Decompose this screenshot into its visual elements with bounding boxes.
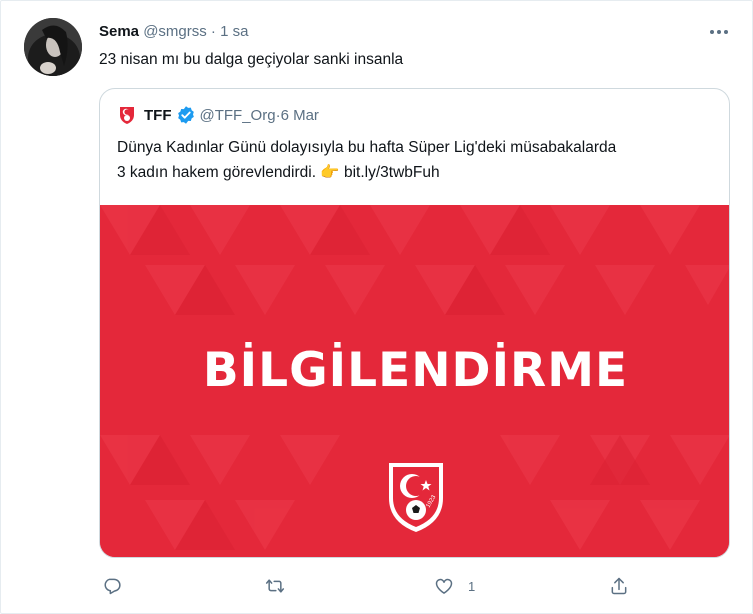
share-button[interactable] — [609, 574, 643, 598]
quoted-text-line2-body: 3 kadın hakem görevlendirdi. — [117, 164, 321, 181]
avatar-photo — [24, 18, 82, 76]
author-name[interactable]: Sema — [99, 23, 139, 40]
tweet-time[interactable]: 1 sa — [220, 23, 248, 40]
image-banner-text: BİLGİLENDİRME — [202, 343, 629, 398]
quoted-tweet[interactable]: TFF @TFF_Org · 6 Mar Dünya Kadınlar Günü… — [99, 88, 730, 558]
tff-emblem-icon: 1923 — [389, 463, 443, 532]
like-button[interactable]: 1 — [434, 574, 475, 598]
avatar[interactable] — [24, 18, 82, 76]
quoted-text-line1: Dünya Kadınlar Günü dolayısıyla bu hafta… — [117, 139, 617, 156]
heart-icon — [435, 578, 453, 594]
quoted-header: TFF @TFF_Org · 6 Mar — [117, 104, 319, 126]
pointing-hand-emoji: 👉 — [320, 164, 340, 181]
reply-icon — [104, 578, 121, 595]
tweet-header: Sema @smgrss · 1 sa — [99, 22, 248, 42]
quoted-handle[interactable]: @TFF_Org — [200, 107, 276, 124]
tff-logo-icon — [120, 107, 134, 124]
quoted-text-line2: 3 kadın hakem görevlendirdi. 👉 bit.ly/3t… — [117, 160, 717, 185]
retweet-icon — [265, 579, 285, 593]
author-handle[interactable]: @smgrss — [143, 23, 207, 40]
tweet-text: 23 nisan mı bu dalga geçiyolar sanki ins… — [99, 51, 404, 68]
tweet-actions: 1 — [1, 574, 753, 598]
like-count: 1 — [468, 578, 476, 594]
tweet-card[interactable]: Sema @smgrss · 1 sa 23 nisan mı bu dalga… — [0, 0, 753, 614]
quoted-date[interactable]: 6 Mar — [281, 107, 319, 124]
verified-badge-icon — [177, 106, 194, 124]
more-options-icon[interactable] — [706, 22, 732, 42]
quoted-text: Dünya Kadınlar Günü dolayısıyla bu hafta… — [117, 135, 717, 185]
retweet-button[interactable] — [265, 574, 299, 598]
quoted-link[interactable]: bit.ly/3twbFuh — [340, 164, 440, 181]
reply-button[interactable] — [102, 574, 136, 598]
quoted-author-name[interactable]: TFF — [144, 107, 172, 124]
meta-separator: · — [206, 23, 221, 40]
share-icon — [611, 577, 627, 595]
quoted-image[interactable]: BİLGİLENDİRME 1923 — [100, 205, 729, 557]
